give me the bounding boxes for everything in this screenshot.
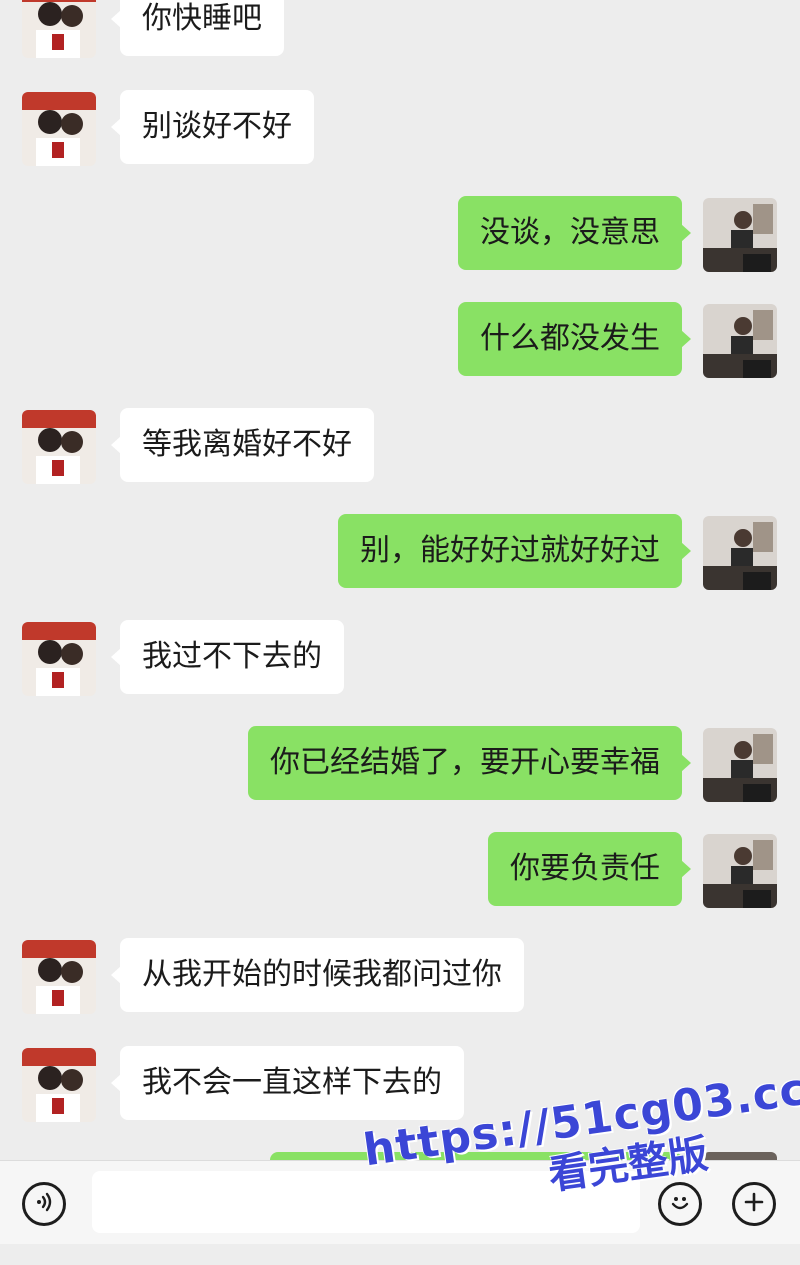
- message-row: 我过不下去的: [0, 620, 800, 700]
- plus-icon: [743, 1191, 765, 1217]
- message-bubble[interactable]: 从我开始的时候我都问过你: [111, 938, 524, 1012]
- message-bubble[interactable]: 等我离婚好不好: [111, 408, 374, 482]
- voice-button[interactable]: [22, 1182, 66, 1226]
- message-bubble[interactable]: 你已经结婚了，要开心要幸福: [248, 726, 691, 800]
- chat-message-list[interactable]: 你快睡吧 别谈好不好 没谈，没意思 什么都没发生 等我离婚好不好 别，能好好过就…: [0, 0, 800, 1160]
- message-bubble[interactable]: 你要负责任: [488, 832, 691, 906]
- message-row: 什么都没发生: [0, 302, 800, 382]
- message-bubble[interactable]: 我不会一直这样下去的: [111, 1046, 464, 1120]
- message-row: 别谈好不好: [0, 90, 800, 170]
- message-bubble-partial[interactable]: [270, 1152, 682, 1160]
- emoji-icon: [667, 1189, 693, 1219]
- contact-avatar[interactable]: [22, 940, 96, 1014]
- voice-icon: [33, 1191, 55, 1217]
- my-avatar[interactable]: [703, 516, 777, 590]
- message-row: 别，能好好过就好好过: [0, 514, 800, 594]
- message-row: 我不会一直这样下去的: [0, 1046, 800, 1126]
- message-bubble[interactable]: 没谈，没意思: [458, 196, 691, 270]
- contact-avatar[interactable]: [22, 622, 96, 696]
- message-input[interactable]: [92, 1171, 640, 1233]
- input-bar: [0, 1160, 800, 1244]
- emoji-button[interactable]: [658, 1182, 702, 1226]
- my-avatar-partial[interactable]: [703, 1152, 777, 1160]
- message-row: 你快睡吧: [0, 0, 800, 62]
- my-avatar[interactable]: [703, 304, 777, 378]
- my-avatar[interactable]: [703, 834, 777, 908]
- message-row: 从我开始的时候我都问过你: [0, 938, 800, 1018]
- message-row: 你已经结婚了，要开心要幸福: [0, 726, 800, 806]
- my-avatar[interactable]: [703, 198, 777, 272]
- message-bubble[interactable]: 别谈好不好: [111, 90, 314, 164]
- more-button[interactable]: [732, 1182, 776, 1226]
- contact-avatar[interactable]: [22, 92, 96, 166]
- contact-avatar[interactable]: [22, 0, 96, 58]
- message-bubble[interactable]: 什么都没发生: [458, 302, 691, 376]
- my-avatar[interactable]: [703, 728, 777, 802]
- message-bubble[interactable]: 别，能好好过就好好过: [338, 514, 691, 588]
- message-bubble[interactable]: 你快睡吧: [111, 0, 284, 56]
- message-row: 等我离婚好不好: [0, 408, 800, 488]
- message-bubble[interactable]: 我过不下去的: [111, 620, 344, 694]
- contact-avatar[interactable]: [22, 410, 96, 484]
- contact-avatar[interactable]: [22, 1048, 96, 1122]
- message-row: 你要负责任: [0, 832, 800, 912]
- message-row: 没谈，没意思: [0, 196, 800, 276]
